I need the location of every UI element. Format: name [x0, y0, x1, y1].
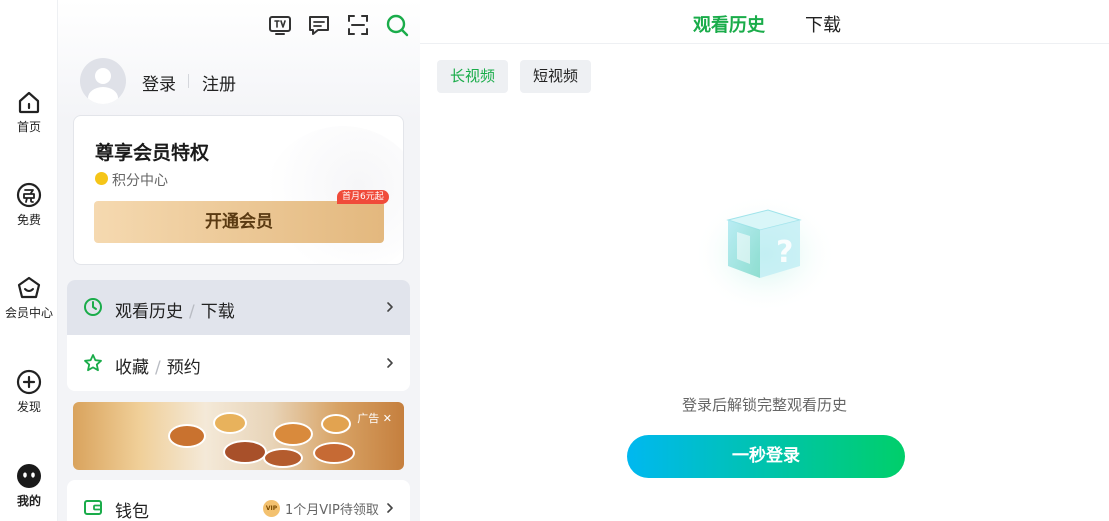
default-avatar-icon	[88, 68, 118, 104]
vip-chip-icon: VIP	[263, 500, 280, 517]
avatar[interactable]	[80, 58, 126, 104]
ad-food-dish	[313, 442, 355, 464]
ad-close-tag[interactable]: 广告 ✕	[357, 410, 392, 426]
ad-food-dish	[273, 422, 313, 446]
ad-food-dish	[223, 440, 267, 464]
left-nav: 首页 免费 会员中心 发现 我的	[0, 0, 58, 521]
free-icon	[16, 182, 42, 208]
nav-label-vip-center: 会员中心	[4, 306, 53, 320]
message-icon[interactable]	[306, 12, 332, 38]
login-link[interactable]: 登录	[142, 70, 176, 95]
chevron-right-icon	[387, 302, 393, 312]
favorites-separator: /	[155, 358, 161, 378]
tab-divider	[420, 43, 1109, 44]
vip-crown-icon	[17, 276, 41, 299]
wallet-icon	[84, 500, 102, 515]
ad-food-dish	[321, 414, 351, 434]
svg-text:?: ?	[776, 235, 793, 270]
history-separator: /	[189, 302, 195, 322]
history-label: 观看历史	[115, 302, 183, 322]
nav-label-discover: 发现	[16, 400, 41, 414]
tab-history[interactable]: 观看历史	[693, 11, 765, 37]
empty-state-text: 登录后解锁完整观看历史	[681, 396, 847, 414]
login-divider	[188, 74, 189, 88]
menu-row-history-label: 观看历史 / 下载	[115, 297, 235, 322]
ad-food-dish	[213, 412, 247, 434]
nav-item-vip-center[interactable]: 会员中心	[0, 274, 58, 321]
vip-card-title: 尊享会员特权	[95, 142, 210, 164]
scan-icon[interactable]	[345, 12, 371, 38]
one-second-login-button[interactable]: 一秒登录	[627, 435, 905, 478]
nav-label-mine: 我的	[16, 494, 41, 508]
nav-item-mine[interactable]: 我的	[0, 462, 58, 509]
vip-card: 尊享会员特权 积分中心 开通会员 首月6元起	[73, 115, 404, 265]
open-vip-button[interactable]: 开通会员	[94, 201, 384, 243]
search-icon[interactable]	[384, 12, 410, 38]
history-panel: 观看历史 下载 长视频 短视频 ? 登录后解锁完整观看历史 一秒登录	[420, 0, 1109, 521]
ad-food-dish	[263, 448, 303, 468]
nav-item-home[interactable]: 首页	[0, 88, 58, 135]
menu-row-history-download[interactable]: 观看历史 / 下载	[67, 280, 410, 335]
promo-badge: 首月6元起	[337, 190, 389, 204]
profile-face-icon	[17, 464, 41, 488]
nav-label-home: 首页	[16, 120, 41, 134]
clock-icon	[84, 298, 102, 316]
chevron-right-icon	[387, 503, 393, 513]
menu-card: 观看历史 / 下载 收藏 / 预约	[67, 280, 410, 391]
ad-banner[interactable]: 广告 ✕	[73, 402, 404, 470]
download-label: 下载	[200, 302, 235, 322]
tab-download[interactable]: 下载	[805, 11, 841, 37]
app-window: 首页 免费 会员中心 发现 我的 登录 注册 尊享会员特权 积分中心 开通会员 …	[0, 0, 1109, 521]
nav-label-free: 免费	[16, 213, 41, 227]
register-link[interactable]: 注册	[202, 70, 236, 95]
profile-panel: 登录 注册 尊享会员特权 积分中心 开通会员 首月6元起 观看历史 / 下载 收…	[58, 0, 420, 521]
wallet-label: 钱包	[115, 502, 149, 521]
ad-food-dish	[168, 424, 206, 448]
nav-item-discover[interactable]: 发现	[0, 368, 58, 415]
reservations-label: 预约	[166, 358, 201, 378]
chip-long-video[interactable]: 长视频	[437, 60, 509, 93]
menu-row-favorites-reservations[interactable]: 收藏 / 预约	[67, 336, 410, 391]
nav-item-free[interactable]: 免费	[0, 181, 58, 228]
tv-icon[interactable]	[267, 12, 293, 38]
discover-plus-icon	[16, 369, 42, 395]
chevron-right-icon	[387, 358, 393, 368]
favorites-label: 收藏	[115, 358, 149, 378]
menu-row-favorites-label: 收藏 / 预约	[115, 353, 201, 378]
empty-box-illustration: ?	[693, 188, 837, 308]
star-icon	[84, 354, 102, 372]
chip-short-video[interactable]: 短视频	[520, 60, 592, 93]
points-coin-icon	[95, 172, 108, 185]
wallet-row[interactable]: 钱包 VIP 1个月VIP待领取	[67, 480, 410, 521]
wallet-vip-pending: 1个月VIP待领取	[285, 503, 379, 518]
home-icon	[18, 91, 40, 114]
points-center-link[interactable]: 积分中心	[112, 170, 168, 190]
